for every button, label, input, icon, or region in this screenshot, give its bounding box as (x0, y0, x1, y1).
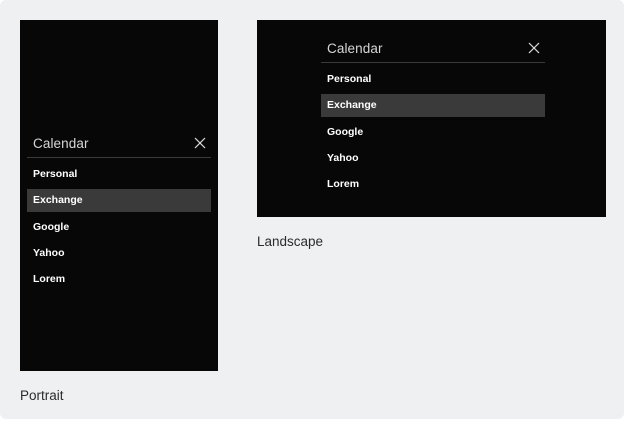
menu-header: Calendar (321, 38, 545, 63)
menu-list: Personal Exchange Google Yahoo Lorem (27, 163, 211, 291)
portrait-screen: Calendar Personal Exchange Google Yahoo … (20, 20, 218, 371)
menu-item-yahoo[interactable]: Yahoo (27, 242, 211, 265)
close-icon[interactable] (525, 39, 543, 57)
menu-item-lorem[interactable]: Lorem (321, 173, 545, 196)
menu-title: Calendar (33, 136, 89, 151)
menu-header: Calendar (27, 133, 211, 158)
menu-item-yahoo[interactable]: Yahoo (321, 147, 545, 170)
portrait-caption: Portrait (20, 388, 64, 403)
calendar-menu: Calendar Personal Exchange Google Yahoo … (27, 133, 211, 294)
menu-item-exchange[interactable]: Exchange (321, 94, 545, 118)
close-icon[interactable] (191, 134, 209, 152)
menu-item-google[interactable]: Google (321, 121, 545, 144)
menu-item-personal[interactable]: Personal (321, 68, 545, 91)
calendar-menu: Calendar Personal Exchange Google Yahoo … (321, 38, 545, 199)
landscape-caption: Landscape (257, 234, 324, 249)
menu-item-personal[interactable]: Personal (27, 163, 211, 186)
landscape-screen: Calendar Personal Exchange Google Yahoo … (257, 20, 606, 217)
menu-item-google[interactable]: Google (27, 216, 211, 239)
menu-item-lorem[interactable]: Lorem (27, 268, 211, 291)
mockup-canvas: Calendar Personal Exchange Google Yahoo … (0, 0, 624, 419)
menu-title: Calendar (327, 41, 383, 56)
menu-list: Personal Exchange Google Yahoo Lorem (321, 68, 545, 196)
menu-item-exchange[interactable]: Exchange (27, 189, 211, 213)
